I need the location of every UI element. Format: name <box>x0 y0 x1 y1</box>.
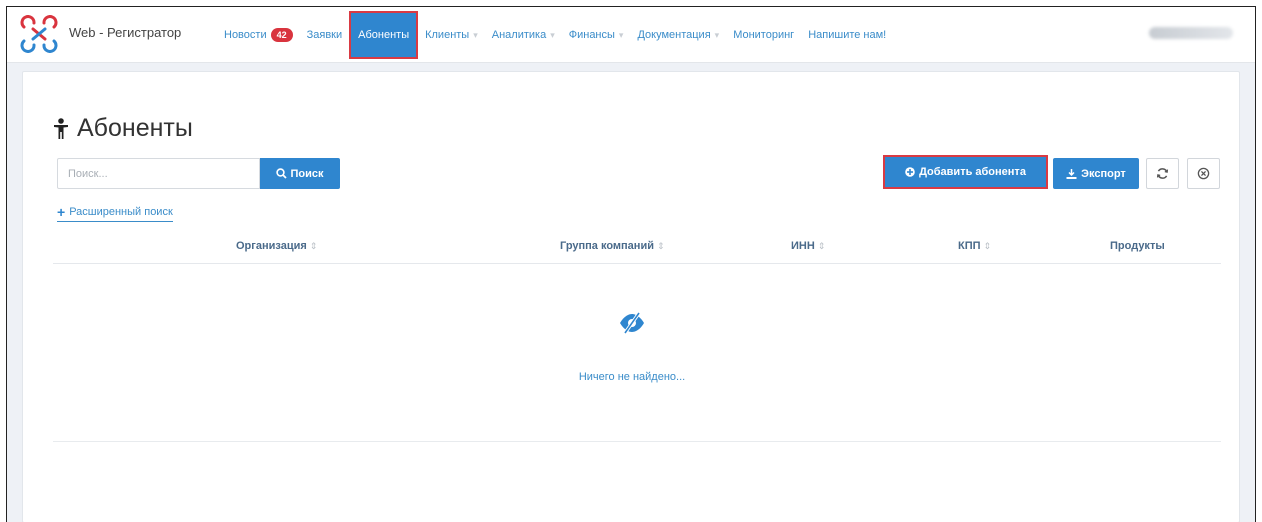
person-icon <box>54 117 68 139</box>
export-label: Экспорт <box>1081 167 1126 180</box>
add-subscriber-label: Добавить абонента <box>919 166 1026 178</box>
table-header: Организация ⇕ Группа компаний ⇕ ИНН ⇕ КПП ⇕ … <box>53 232 1221 264</box>
divider <box>53 441 1221 442</box>
main-nav: Новости 42 Заявки Абоненты Клиенты ▾ Ана… <box>217 7 893 63</box>
nav-contact-label: Напишите нам! <box>808 29 887 41</box>
column-header-organization[interactable]: Организация ⇕ <box>236 240 317 252</box>
eye-slash-icon <box>620 311 644 335</box>
column-label: ИНН <box>791 240 815 252</box>
column-header-kpp[interactable]: КПП ⇕ <box>958 240 991 252</box>
search-button-label: Поиск <box>290 167 324 180</box>
news-count-badge: 42 <box>270 28 293 42</box>
chevron-down-icon: ▾ <box>473 29 478 40</box>
nav-clients-label: Клиенты <box>425 29 470 41</box>
chevron-down-icon: ▾ <box>618 29 624 40</box>
sort-icon: ⇕ <box>656 241 665 251</box>
search-button[interactable]: Поиск <box>260 158 340 189</box>
page-title-text: Абоненты <box>77 114 193 142</box>
user-menu-blurred[interactable] <box>1149 27 1233 39</box>
reset-filter-button[interactable] <box>1187 158 1220 189</box>
brand-title: Web - Регистратор <box>69 25 182 40</box>
refresh-button[interactable] <box>1146 158 1179 189</box>
nav-finance[interactable]: Финансы ▾ <box>562 7 631 63</box>
empty-state-text: Ничего не найдено... <box>578 371 686 383</box>
advanced-search-label: Расширенный поиск <box>69 206 173 218</box>
nav-analytics-label: Аналитика <box>491 29 547 41</box>
nav-finance-label: Финансы <box>568 29 615 41</box>
column-label: Продукты <box>1110 240 1165 252</box>
content-card: Абоненты Поиск + Расширенный поиск Добав… <box>22 71 1240 522</box>
nav-docs[interactable]: Документация ▾ <box>630 7 726 63</box>
column-label: Группа компаний <box>560 240 654 252</box>
advanced-search-link[interactable]: + Расширенный поиск <box>57 204 173 222</box>
plus-icon: + <box>57 204 66 220</box>
page-title: Абоненты <box>53 114 193 143</box>
nav-monitoring-label: Мониторинг <box>733 29 795 41</box>
nav-news[interactable]: Новости 42 <box>217 7 300 63</box>
export-icon <box>1066 168 1077 179</box>
refresh-icon <box>1156 168 1169 179</box>
close-circle-icon <box>1197 167 1210 180</box>
column-header-products: Продукты <box>1110 240 1165 252</box>
column-label: КПП <box>958 240 981 252</box>
column-header-group[interactable]: Группа компаний ⇕ <box>560 240 665 252</box>
nav-news-label: Новости <box>224 29 267 41</box>
search-input[interactable] <box>57 158 260 189</box>
search-icon <box>276 168 288 179</box>
nav-clients[interactable]: Клиенты ▾ <box>418 7 485 63</box>
nav-docs-label: Документация <box>637 29 711 41</box>
nav-requests[interactable]: Заявки <box>300 7 350 63</box>
top-navbar: Web - Регистратор Новости 42 Заявки Абон… <box>7 7 1255 63</box>
browser-frame: Web - Регистратор Новости 42 Заявки Абон… <box>6 6 1256 522</box>
nav-contact[interactable]: Напишите нам! <box>801 7 893 63</box>
sort-icon: ⇕ <box>817 241 826 251</box>
chevron-down-icon: ▾ <box>550 29 555 40</box>
column-label: Организация <box>236 240 307 252</box>
nav-subscribers-label: Абоненты <box>358 29 410 41</box>
nav-analytics[interactable]: Аналитика ▾ <box>485 7 562 63</box>
add-subscriber-button[interactable]: Добавить абонента <box>883 155 1048 189</box>
sort-icon: ⇕ <box>309 241 318 251</box>
sort-icon: ⇕ <box>983 241 992 251</box>
nav-subscribers[interactable]: Абоненты <box>349 11 419 59</box>
export-button[interactable]: Экспорт <box>1053 158 1139 189</box>
plus-circle-icon <box>905 167 915 177</box>
nav-requests-label: Заявки <box>306 29 343 41</box>
logo-icon[interactable] <box>19 15 59 53</box>
column-header-inn[interactable]: ИНН ⇕ <box>791 240 825 252</box>
chevron-down-icon: ▾ <box>714 29 720 40</box>
nav-monitoring[interactable]: Мониторинг <box>726 7 801 63</box>
